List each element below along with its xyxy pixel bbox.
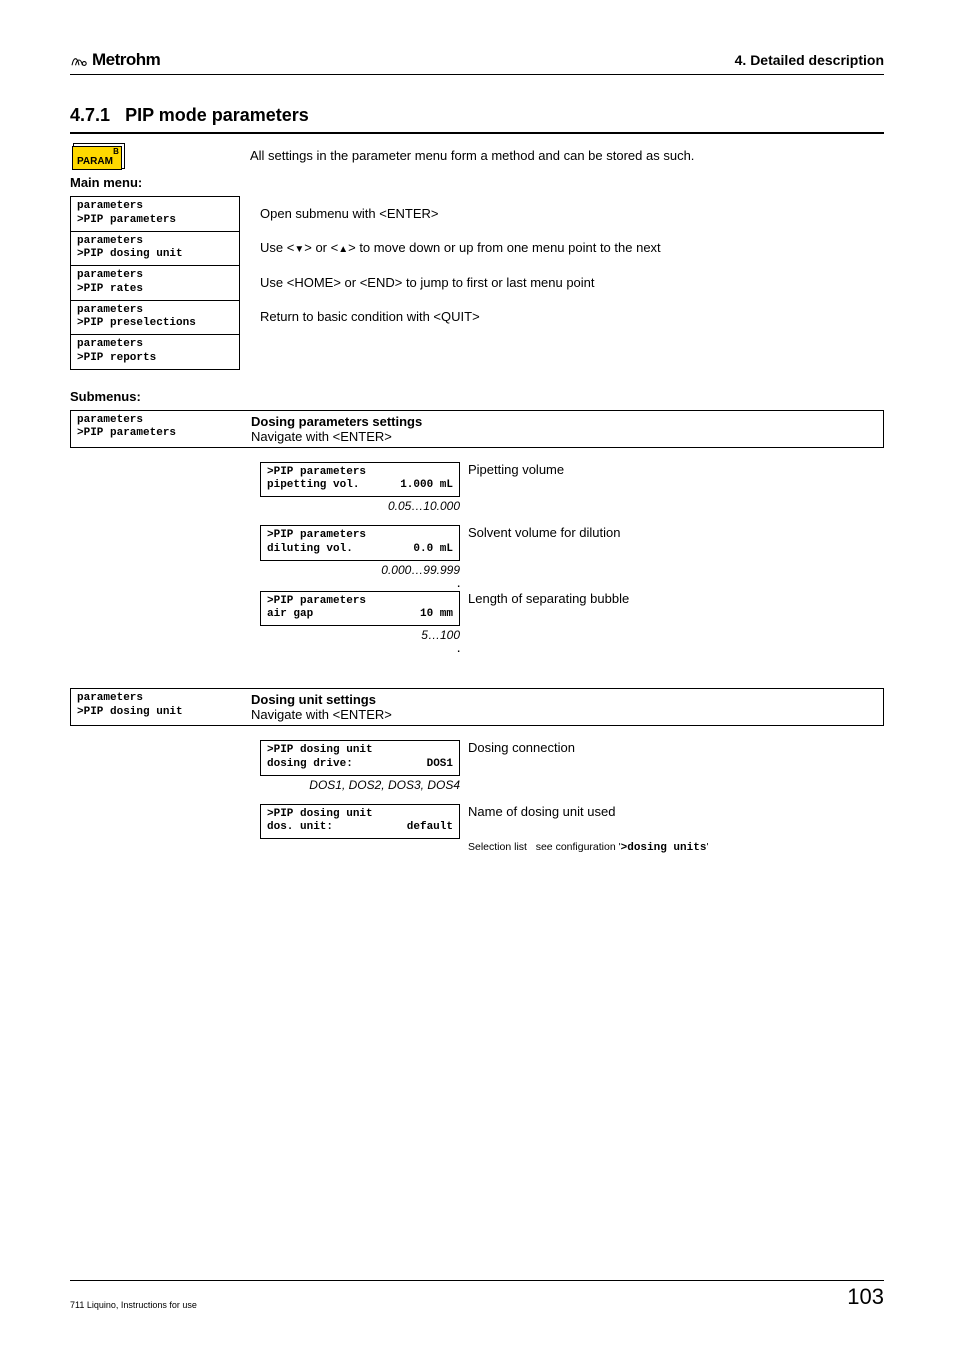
selection-note: Selection list see configuration '>dosin… [468, 841, 884, 854]
arrow-up-icon [338, 240, 348, 255]
param-desc: Name of dosing unit used [468, 804, 615, 819]
page-footer: 711 Liquino, Instructions for use 103 [70, 1280, 884, 1310]
menu-item: parameters >PIP reports [70, 334, 240, 370]
menu-line: >PIP preselections [77, 317, 233, 331]
param-label: dos. unit: [267, 821, 333, 835]
param-key-label: PARAM [77, 156, 113, 167]
param-line: >PIP parameters [267, 466, 453, 480]
intro-text: All settings in the parameter menu form … [250, 148, 884, 163]
ellipsis-dots: . [260, 581, 460, 589]
menu-line: parameters [77, 235, 233, 249]
param-value: DOS1 [427, 758, 453, 772]
param-label: diluting vol. [267, 543, 353, 557]
menu-line: parameters [77, 338, 233, 352]
menu-desc: Open submenu with <ENTER> [260, 196, 884, 231]
submenu-left-line: parameters [77, 692, 235, 706]
param-line: >PIP parameters [267, 529, 453, 543]
main-menu-label: Main menu: [70, 175, 884, 190]
param-box: >PIP dosing unit dosing drive: DOS1 [260, 740, 460, 776]
submenus-label: Submenus: [70, 389, 884, 404]
submenu-left-line: >PIP parameters [77, 427, 235, 441]
param-desc: Length of separating bubble [468, 591, 629, 606]
menu-line: parameters [77, 269, 233, 283]
menu-line: parameters [77, 304, 233, 318]
menu-item: parameters >PIP parameters [70, 196, 240, 232]
chapter-title: 4. Detailed description [735, 52, 884, 68]
submenu-header: parameters >PIP parameters Dosing parame… [70, 410, 884, 448]
section-name: PIP mode parameters [125, 105, 309, 125]
param-line: >PIP parameters [267, 595, 453, 609]
submenu-title: Dosing parameters settings [251, 414, 873, 429]
param-value: 1.000 mL [400, 479, 453, 493]
section-title: 4.7.1 PIP mode parameters [70, 105, 884, 134]
param-box: >PIP parameters pipetting vol. 1.000 mL [260, 462, 460, 498]
menu-desc [260, 334, 884, 369]
submenu-title: Dosing unit settings [251, 692, 873, 707]
submenu-nav: Navigate with <ENTER> [251, 707, 873, 722]
brand-text: Metrohm [92, 50, 160, 70]
submenu-header: parameters >PIP dosing unit Dosing unit … [70, 688, 884, 726]
footer-doc-title: 711 Liquino, Instructions for use [70, 1300, 197, 1310]
menu-desc: Use <> or <> to move down or up from one… [260, 231, 884, 266]
param-box: >PIP dosing unit dos. unit: default [260, 804, 460, 840]
menu-line: >PIP parameters [77, 214, 233, 228]
submenu-nav: Navigate with <ENTER> [251, 429, 873, 444]
menu-item: parameters >PIP rates [70, 265, 240, 301]
param-label: air gap [267, 608, 313, 622]
menu-line: >PIP rates [77, 283, 233, 297]
brand-logo: Metrohm [70, 50, 160, 70]
submenu-left-line: parameters [77, 414, 235, 428]
param-key-corner: B [113, 148, 119, 156]
param-box: >PIP parameters diluting vol. 0.0 mL [260, 525, 460, 561]
param-desc: Pipetting volume [468, 462, 564, 477]
param-range: 0.05…10.000 [260, 499, 460, 513]
param-desc: Solvent volume for dilution [468, 525, 620, 540]
param-label: pipetting vol. [267, 479, 359, 493]
arrow-down-icon [294, 240, 304, 255]
param-label: dosing drive: [267, 758, 353, 772]
param-value: 10 mm [420, 608, 453, 622]
page-number: 103 [847, 1284, 884, 1310]
page-header: Metrohm 4. Detailed description [70, 50, 884, 75]
param-desc: Dosing connection [468, 740, 575, 755]
menu-line: >PIP dosing unit [77, 248, 233, 262]
menu-line: parameters [77, 200, 233, 214]
metrohm-icon [70, 53, 88, 67]
menu-desc: Return to basic condition with <QUIT> [260, 300, 884, 335]
menu-desc: Use <HOME> or <END> to jump to first or … [260, 265, 884, 300]
param-box: >PIP parameters air gap 10 mm [260, 591, 460, 627]
param-key: B PARAM [72, 146, 122, 170]
param-line: >PIP dosing unit [267, 744, 453, 758]
param-range: 5…100 [260, 628, 460, 642]
section-number: 4.7.1 [70, 105, 110, 125]
param-value: 0.0 mL [413, 543, 453, 557]
menu-item: parameters >PIP preselections [70, 300, 240, 336]
menu-item: parameters >PIP dosing unit [70, 231, 240, 267]
param-value: default [407, 821, 453, 835]
submenu-left-line: >PIP dosing unit [77, 706, 235, 720]
param-line: >PIP dosing unit [267, 808, 453, 822]
ellipsis-dots: . [260, 646, 460, 654]
param-range: DOS1, DOS2, DOS3, DOS4 [260, 778, 460, 792]
param-range: 0.000…99.999 [260, 563, 460, 577]
menu-line: >PIP reports [77, 352, 233, 366]
